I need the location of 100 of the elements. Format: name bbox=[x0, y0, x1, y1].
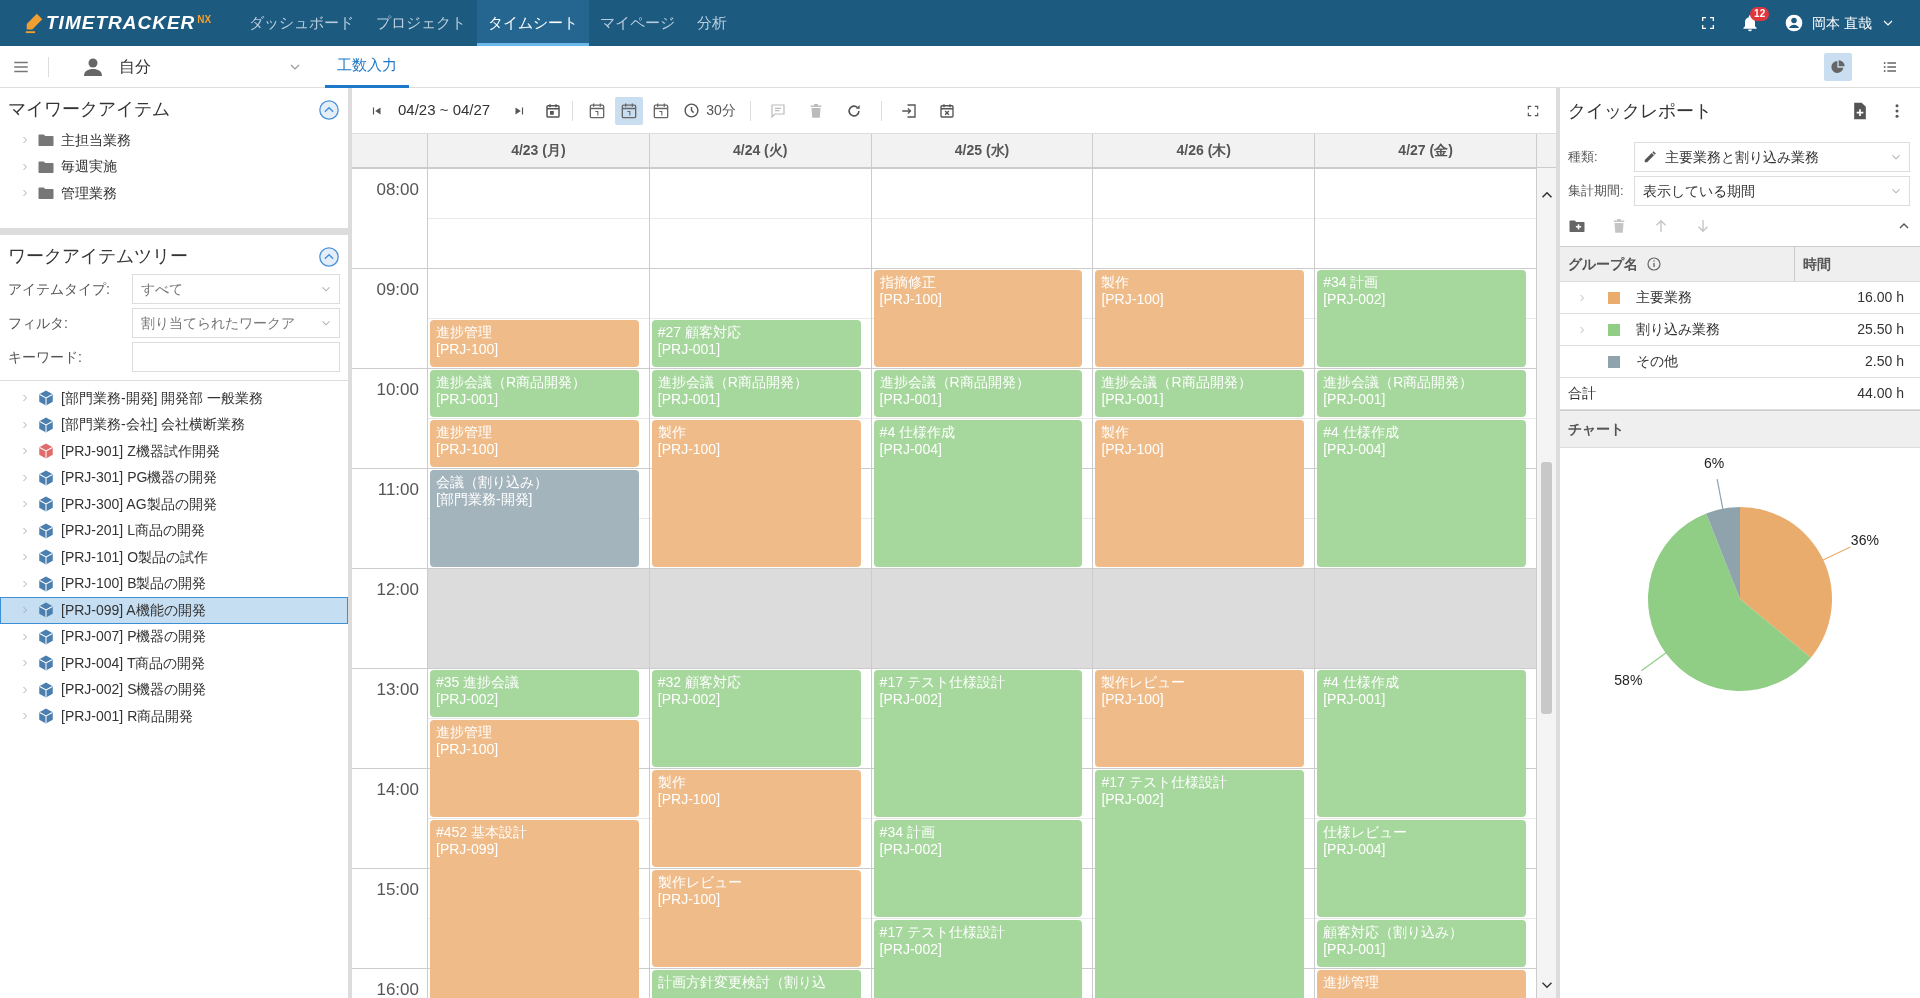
event-block[interactable]: #27 顧客対応 [PRJ-001] bbox=[651, 320, 861, 367]
event-project: [PRJ-100] bbox=[657, 791, 721, 808]
nav-tab[interactable]: ダッシュボード bbox=[238, 0, 365, 46]
tree-row[interactable]: [PRJ-002] S機器の開発 bbox=[0, 676, 348, 703]
event-project: [PRJ-001] bbox=[436, 391, 499, 408]
event-block[interactable]: 進捗会議（R商品開発） [PRJ-001] bbox=[1095, 370, 1305, 417]
calendar-view-button[interactable] bbox=[615, 96, 644, 125]
event-block[interactable]: #4 仕様作成 [PRJ-001] bbox=[1317, 670, 1526, 817]
event-project: [PRJ-100] bbox=[657, 441, 721, 458]
event-block[interactable]: 顧客対応（割り込み） [PRJ-001] bbox=[1317, 920, 1526, 967]
tree-row[interactable]: [PRJ-300] AG製品の開発 bbox=[0, 491, 348, 518]
event-block[interactable]: 会議（割り込み） [部門業務-開発] bbox=[430, 470, 639, 567]
event-project: [PRJ-100] bbox=[436, 441, 499, 458]
event-block[interactable]: #34 計画 [PRJ-002] bbox=[1317, 270, 1526, 367]
event-block[interactable]: #17 テスト仕様設計 [PRJ-002] bbox=[1095, 770, 1305, 998]
event-block[interactable]: 進捗管理 [PRJ-100] bbox=[430, 420, 639, 467]
leader-line bbox=[1716, 478, 1724, 512]
select-field[interactable]: 主要業務と割り込み業務 bbox=[1634, 142, 1910, 172]
collapse-icon[interactable] bbox=[318, 98, 340, 121]
event-block[interactable]: 製作レビュー [PRJ-100] bbox=[651, 870, 861, 967]
event-title: #4 仕様作成 bbox=[879, 424, 956, 441]
day-header: 4/25 (水) bbox=[870, 134, 1093, 167]
event-block[interactable]: 製作 [PRJ-100] bbox=[1095, 270, 1305, 367]
tree-row[interactable]: [PRJ-099] A機能の開発 bbox=[0, 597, 348, 624]
add-folder-icon[interactable] bbox=[1568, 217, 1586, 235]
section-title: ワークアイテムツリー bbox=[8, 245, 188, 268]
day-header: 4/23 (月) bbox=[427, 134, 649, 167]
event-block[interactable]: #32 顧客対応 [PRJ-002] bbox=[651, 670, 861, 767]
pie-chart-button[interactable] bbox=[1824, 52, 1852, 81]
day-header: 4/27 (金) bbox=[1314, 134, 1536, 167]
tree-row[interactable]: [部門業務-開発] 開発部 一般業務 bbox=[0, 385, 348, 412]
event-title: #452 基本設計 bbox=[436, 824, 528, 841]
event-block[interactable]: 進捗会議（R商品開発） [PRJ-001] bbox=[1317, 370, 1526, 417]
tree-row[interactable]: [部門業務-会社] 会社横断業務 bbox=[0, 411, 348, 438]
event-block[interactable]: 進捗会議（R商品開発） [PRJ-001] bbox=[873, 370, 1083, 417]
event-block[interactable]: #35 進捗会議 [PRJ-002] bbox=[430, 670, 639, 717]
user-name[interactable]: 岡本 直哉 bbox=[1812, 12, 1872, 34]
tree-row[interactable]: [PRJ-004] T商品の開発 bbox=[0, 650, 348, 677]
event-project: [部門業務-開発] bbox=[436, 491, 533, 508]
nav-tab[interactable]: マイページ bbox=[589, 0, 686, 46]
calendar-icon[interactable] bbox=[544, 101, 563, 120]
nav-tab[interactable]: プロジェクト bbox=[365, 0, 477, 46]
scrollbar-thumb[interactable] bbox=[1541, 462, 1552, 714]
account-icon[interactable] bbox=[1784, 13, 1805, 33]
export-icon[interactable] bbox=[899, 101, 918, 120]
tree-item[interactable]: 毎週実施 bbox=[61, 156, 117, 178]
event-block[interactable]: #4 仕様作成 [PRJ-004] bbox=[1317, 420, 1526, 567]
event-project: [PRJ-100] bbox=[879, 291, 942, 308]
tree-row[interactable]: [PRJ-007] P機器の開発 bbox=[0, 623, 348, 650]
calendar-clear-icon[interactable] bbox=[937, 101, 956, 120]
tree-item[interactable]: 主担当業務 bbox=[61, 129, 131, 151]
event-project: [PRJ-001] bbox=[657, 341, 721, 358]
app-logo: TIMETRACKER bbox=[46, 10, 196, 35]
select-field[interactable]: 割り当てられたワークア bbox=[131, 308, 340, 338]
event-project: [PRJ-099] bbox=[436, 841, 499, 858]
event-block[interactable]: 計画方針変更検討（割り込 bbox=[651, 970, 861, 998]
event-title: #17 テスト仕様設計 bbox=[879, 924, 1005, 941]
event-title: 進捗管理 bbox=[436, 424, 492, 441]
event-block[interactable]: 製作レビュー [PRJ-100] bbox=[1095, 670, 1305, 767]
event-block[interactable]: 仕様レビュー [PRJ-004] bbox=[1317, 820, 1526, 917]
event-block[interactable]: #452 基本設計 [PRJ-099] bbox=[430, 820, 639, 998]
event-block[interactable]: 製作 [PRJ-100] bbox=[1095, 420, 1305, 567]
event-block[interactable]: 進捗管理 [PRJ-100] bbox=[430, 320, 639, 367]
select-field[interactable]: 表示している期間 bbox=[1634, 176, 1910, 206]
tree-row[interactable]: [PRJ-201] L商品の開発 bbox=[0, 517, 348, 544]
event-block[interactable]: #17 テスト仕様設計 [PRJ-002] bbox=[873, 670, 1083, 817]
time-label: 13:00 bbox=[376, 680, 419, 699]
fullscreen-icon[interactable] bbox=[1700, 15, 1717, 31]
event-project: [PRJ-001] bbox=[1323, 941, 1386, 958]
event-title: #4 仕様作成 bbox=[1323, 674, 1399, 691]
event-block[interactable]: 進捗管理 bbox=[1317, 970, 1526, 998]
tree-row[interactable]: [PRJ-100] B製品の開発 bbox=[0, 570, 348, 597]
event-title: 製作 bbox=[1101, 424, 1130, 441]
event-block[interactable]: 製作 [PRJ-100] bbox=[651, 770, 861, 867]
select-field[interactable]: すべて bbox=[131, 274, 340, 304]
scope-select[interactable]: 自分 bbox=[119, 54, 287, 79]
date-range: 04/23 ~ 04/27 bbox=[398, 100, 491, 121]
tree-item-label: [PRJ-002] S機器の開発 bbox=[61, 680, 207, 700]
info-icon[interactable] bbox=[1646, 256, 1662, 272]
event-block[interactable]: #4 仕様作成 [PRJ-004] bbox=[873, 420, 1083, 567]
tree-row[interactable]: [PRJ-301] PG機器の開発 bbox=[0, 464, 348, 491]
event-block[interactable]: 進捗会議（R商品開発） [PRJ-001] bbox=[430, 370, 639, 417]
event-block[interactable]: 製作 [PRJ-100] bbox=[651, 420, 861, 567]
event-block[interactable]: 進捗会議（R商品開発） [PRJ-001] bbox=[651, 370, 861, 417]
event-block[interactable]: #17 テスト仕様設計 [PRJ-002] bbox=[873, 920, 1083, 998]
nav-tab[interactable]: タイムシート bbox=[477, 0, 589, 46]
tree-row[interactable]: [PRJ-001] R商品開発 bbox=[0, 703, 348, 730]
interval-button[interactable]: 30分 bbox=[679, 96, 740, 125]
event-title: 製作レビュー bbox=[1101, 674, 1186, 691]
input-field[interactable] bbox=[131, 342, 340, 372]
event-block[interactable]: 進捗管理 [PRJ-100] bbox=[430, 720, 639, 817]
tree-row[interactable]: [PRJ-901] Z機器試作開発 bbox=[0, 438, 348, 465]
fullscreen-icon[interactable] bbox=[1526, 103, 1540, 118]
tree-row[interactable]: [PRJ-101] O製品の試作 bbox=[0, 544, 348, 571]
event-block[interactable]: #34 計画 [PRJ-002] bbox=[873, 820, 1083, 917]
event-title: #17 テスト仕様設計 bbox=[1101, 774, 1227, 791]
tree-item[interactable]: 管理業務 bbox=[61, 182, 117, 204]
nav-tab[interactable]: 分析 bbox=[686, 0, 738, 46]
event-block[interactable]: 指摘修正 [PRJ-100] bbox=[873, 270, 1083, 367]
collapse-icon[interactable] bbox=[318, 245, 340, 268]
